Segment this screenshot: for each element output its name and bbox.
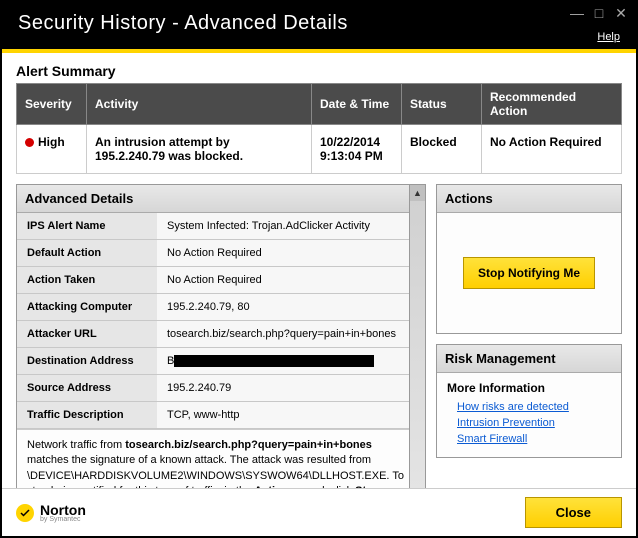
desc-b1: tosearch.biz/search.php?query=pain+in+bo…	[125, 439, 372, 451]
row-ips-name: IPS Alert NameSystem Infected: Trojan.Ad…	[17, 213, 425, 240]
stop-notifying-button[interactable]: Stop Notifying Me	[463, 257, 595, 289]
source-address-value: 195.2.240.79	[157, 375, 425, 402]
date-value: 10/22/2014	[320, 135, 380, 149]
destination-address-value: B	[157, 348, 425, 375]
content-area: Alert Summary Severity Activity Date & T…	[2, 53, 636, 488]
dest-prefix: B	[167, 355, 174, 367]
window-controls: — □ ✕	[570, 6, 628, 20]
close-window-button[interactable]: ✕	[614, 6, 628, 20]
traffic-description-value: TCP, www-http	[157, 402, 425, 429]
ips-name-label: IPS Alert Name	[17, 213, 157, 240]
row-attacking-computer: Attacking Computer195.2.240.79, 80	[17, 294, 425, 321]
attacker-url-label: Attacker URL	[17, 321, 157, 348]
scroll-up-icon[interactable]: ▲	[410, 185, 425, 201]
row-default-action: Default ActionNo Action Required	[17, 240, 425, 267]
recommended-cell: No Action Required	[482, 125, 622, 174]
advanced-details-panel: Advanced Details IPS Alert NameSystem In…	[16, 184, 426, 488]
source-address-label: Source Address	[17, 375, 157, 402]
risk-management-heading: Risk Management	[437, 345, 621, 373]
desc-p3: panel, click	[295, 485, 356, 488]
titlebar: — □ ✕ Security History - Advanced Detail…	[2, 2, 636, 49]
row-destination-address: Destination Address B	[17, 348, 425, 375]
more-information-heading: More Information	[447, 381, 611, 395]
advanced-details-table: IPS Alert NameSystem Infected: Trojan.Ad…	[17, 213, 425, 429]
status-cell: Blocked	[402, 125, 482, 174]
datetime-cell: 10/22/20149:13:04 PM	[312, 125, 402, 174]
col-recommended: Recommended Action	[482, 84, 622, 125]
norton-sub-text: by Symantec	[40, 516, 86, 523]
alert-summary-table: Severity Activity Date & Time Status Rec…	[16, 83, 622, 174]
desc-p2: matches the signature of a known attack.…	[27, 454, 404, 488]
action-taken-label: Action Taken	[17, 267, 157, 294]
alert-summary-section: Alert Summary Severity Activity Date & T…	[16, 63, 622, 174]
attacking-computer-label: Attacking Computer	[17, 294, 157, 321]
middle-row: Advanced Details IPS Alert NameSystem In…	[16, 184, 622, 478]
col-activity: Activity	[87, 84, 312, 125]
ips-name-value: System Infected: Trojan.AdClicker Activi…	[157, 213, 425, 240]
destination-address-label: Destination Address	[17, 348, 157, 375]
redacted-bar	[174, 355, 374, 367]
norton-window: — □ ✕ Security History - Advanced Detail…	[0, 0, 638, 538]
col-datetime: Date & Time	[312, 84, 402, 125]
row-source-address: Source Address195.2.240.79	[17, 375, 425, 402]
link-intrusion-prevention[interactable]: Intrusion Prevention	[457, 417, 611, 429]
activity-cell: An intrusion attempt by 195.2.240.79 was…	[87, 125, 312, 174]
actions-body: Stop Notifying Me	[437, 213, 621, 333]
link-smart-firewall[interactable]: Smart Firewall	[457, 433, 611, 445]
default-action-value: No Action Required	[157, 240, 425, 267]
desc-b2: Actions	[254, 485, 294, 488]
col-status: Status	[402, 84, 482, 125]
desc-p1: Network traffic from	[27, 439, 125, 451]
norton-logo: Norton by Symantec	[16, 502, 86, 523]
time-value: 9:13:04 PM	[320, 149, 383, 163]
risk-body: More Information How risks are detected …	[437, 373, 621, 457]
norton-check-icon	[16, 504, 34, 522]
footer: Norton by Symantec Close	[2, 488, 636, 536]
severity-cell: High	[17, 125, 87, 174]
severity-value: High	[38, 135, 65, 149]
left-column: Advanced Details IPS Alert NameSystem In…	[16, 184, 426, 478]
attacker-url-value: tosearch.biz/search.php?query=pain+in+bo…	[157, 321, 425, 348]
action-taken-value: No Action Required	[157, 267, 425, 294]
actions-heading: Actions	[437, 185, 621, 213]
help-link[interactable]: Help	[597, 31, 620, 43]
close-button[interactable]: Close	[525, 497, 622, 528]
col-severity: Severity	[17, 84, 87, 125]
alert-row: High An intrusion attempt by 195.2.240.7…	[17, 125, 622, 174]
risk-management-panel: Risk Management More Information How ris…	[436, 344, 622, 458]
attacking-computer-value: 195.2.240.79, 80	[157, 294, 425, 321]
scrollbar[interactable]: ▲▼	[409, 185, 425, 488]
maximize-button[interactable]: □	[592, 6, 606, 20]
link-how-risks-detected[interactable]: How risks are detected	[457, 401, 611, 413]
advanced-details-heading: Advanced Details	[17, 185, 425, 213]
minimize-button[interactable]: —	[570, 6, 584, 20]
default-action-label: Default Action	[17, 240, 157, 267]
row-action-taken: Action TakenNo Action Required	[17, 267, 425, 294]
severity-high-icon	[25, 138, 34, 147]
traffic-narrative: Network traffic from tosearch.biz/search…	[17, 429, 425, 488]
row-traffic-description: Traffic DescriptionTCP, www-http	[17, 402, 425, 429]
traffic-description-label: Traffic Description	[17, 402, 157, 429]
right-column: Actions Stop Notifying Me Risk Managemen…	[436, 184, 622, 478]
actions-panel: Actions Stop Notifying Me	[436, 184, 622, 334]
alert-summary-heading: Alert Summary	[16, 63, 622, 79]
window-title: Security History - Advanced Details	[18, 12, 620, 35]
row-attacker-url: Attacker URLtosearch.biz/search.php?quer…	[17, 321, 425, 348]
